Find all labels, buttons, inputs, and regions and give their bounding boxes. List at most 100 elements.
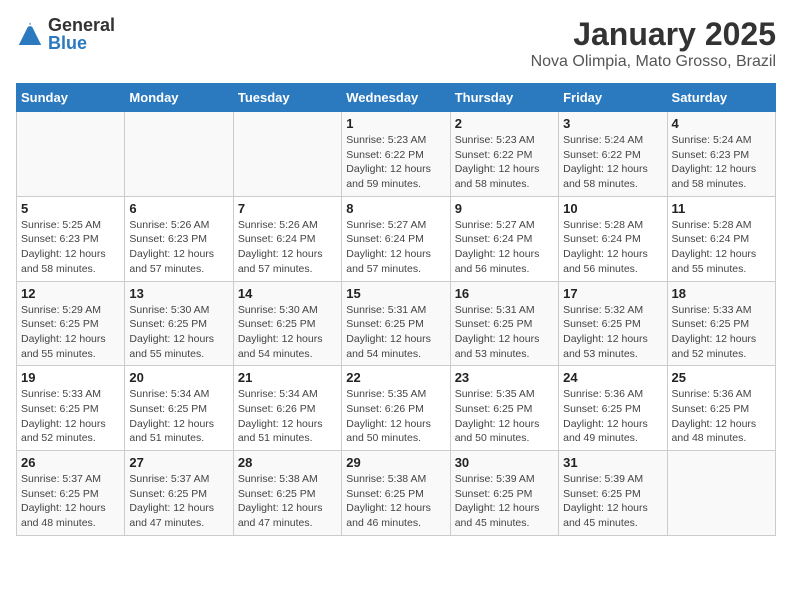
day-cell-24: 24 Sunrise: 5:36 AMSunset: 6:25 PMDayligh… <box>559 366 667 451</box>
weekday-saturday: Saturday <box>667 84 775 112</box>
day-cell-31: 31 Sunrise: 5:39 AMSunset: 6:25 PMDayligh… <box>559 451 667 536</box>
logo-general: General <box>48 16 115 34</box>
day-info: Sunrise: 5:39 AMSunset: 6:25 PMDaylight:… <box>455 472 554 531</box>
day-cell-2: 2 Sunrise: 5:23 AMSunset: 6:22 PMDaylight… <box>450 112 558 197</box>
day-cell-12: 12Sunrise: 5:29 AMSunset: 6:25 PMDayligh… <box>17 281 125 366</box>
week-row-5: 26 Sunrise: 5:37 AMSunset: 6:25 PMDayligh… <box>17 451 776 536</box>
day-number: 27 <box>129 455 228 470</box>
weekday-wednesday: Wednesday <box>342 84 450 112</box>
day-number: 20 <box>129 370 228 385</box>
logo-icon <box>16 20 44 48</box>
day-number: 6 <box>129 201 228 216</box>
day-cell-4: 4Sunrise: 5:24 AMSunset: 6:23 PMDaylight… <box>667 112 775 197</box>
day-number: 5 <box>21 201 120 216</box>
day-number: 17 <box>563 286 662 301</box>
day-cell-21: 21 Sunrise: 5:34 AMSunset: 6:26 PMDayligh… <box>233 366 341 451</box>
weekday-thursday: Thursday <box>450 84 558 112</box>
day-number: 24 <box>563 370 662 385</box>
day-number: 16 <box>455 286 554 301</box>
day-number: 9 <box>455 201 554 216</box>
day-cell-15: 15Sunrise: 5:31 AMSunset: 6:25 PMDayligh… <box>342 281 450 366</box>
day-info: Sunrise: 5:27 AMSunset: 6:24 PMDaylight:… <box>346 218 445 277</box>
empty-cell <box>17 112 125 197</box>
day-number: 13 <box>129 286 228 301</box>
empty-cell <box>233 112 341 197</box>
day-cell-29: 29 Sunrise: 5:38 AMSunset: 6:25 PMDayligh… <box>342 451 450 536</box>
day-number: 30 <box>455 455 554 470</box>
day-info: Sunrise: 5:28 AMSunset: 6:24 PMDaylight:… <box>672 218 771 277</box>
week-row-3: 12Sunrise: 5:29 AMSunset: 6:25 PMDayligh… <box>17 281 776 366</box>
logo: General Blue <box>16 16 115 52</box>
day-info: Sunrise: 5:36 AMSunset: 6:25 PMDaylight:… <box>563 387 662 446</box>
day-number: 29 <box>346 455 445 470</box>
day-cell-19: 19 Sunrise: 5:33 AMSunset: 6:25 PMDayligh… <box>17 366 125 451</box>
day-info: Sunrise: 5:31 AMSunset: 6:25 PMDaylight:… <box>455 303 554 362</box>
day-info: Sunrise: 5:27 AMSunset: 6:24 PMDaylight:… <box>455 218 554 277</box>
day-number: 2 <box>455 116 554 131</box>
day-info: Sunrise: 5:23 AMSunset: 6:22 PMDaylight:… <box>455 133 554 192</box>
day-info: Sunrise: 5:34 AMSunset: 6:26 PMDaylight:… <box>238 387 337 446</box>
day-info: Sunrise: 5:35 AMSunset: 6:26 PMDaylight:… <box>346 387 445 446</box>
day-cell-9: 9 Sunrise: 5:27 AMSunset: 6:24 PMDaylight… <box>450 196 558 281</box>
day-info: Sunrise: 5:30 AMSunset: 6:25 PMDaylight:… <box>129 303 228 362</box>
day-number: 18 <box>672 286 771 301</box>
day-info: Sunrise: 5:29 AMSunset: 6:25 PMDaylight:… <box>21 303 120 362</box>
day-info: Sunrise: 5:37 AMSunset: 6:25 PMDaylight:… <box>129 472 228 531</box>
calendar-title: January 2025 <box>531 16 776 53</box>
day-info: Sunrise: 5:38 AMSunset: 6:25 PMDaylight:… <box>346 472 445 531</box>
day-cell-30: 30 Sunrise: 5:39 AMSunset: 6:25 PMDayligh… <box>450 451 558 536</box>
day-info: Sunrise: 5:25 AMSunset: 6:23 PMDaylight:… <box>21 218 120 277</box>
day-info: Sunrise: 5:34 AMSunset: 6:25 PMDaylight:… <box>129 387 228 446</box>
day-number: 28 <box>238 455 337 470</box>
day-number: 8 <box>346 201 445 216</box>
day-number: 31 <box>563 455 662 470</box>
day-cell-3: 3Sunrise: 5:24 AMSunset: 6:22 PMDaylight… <box>559 112 667 197</box>
day-info: Sunrise: 5:32 AMSunset: 6:25 PMDaylight:… <box>563 303 662 362</box>
day-number: 21 <box>238 370 337 385</box>
day-cell-18: 18Sunrise: 5:33 AMSunset: 6:25 PMDayligh… <box>667 281 775 366</box>
day-number: 26 <box>21 455 120 470</box>
week-row-2: 5 Sunrise: 5:25 AMSunset: 6:23 PMDaylight… <box>17 196 776 281</box>
day-number: 10 <box>563 201 662 216</box>
weekday-monday: Monday <box>125 84 233 112</box>
day-number: 19 <box>21 370 120 385</box>
day-info: Sunrise: 5:24 AMSunset: 6:23 PMDaylight:… <box>672 133 771 192</box>
calendar-header: SundayMondayTuesdayWednesdayThursdayFrid… <box>17 84 776 112</box>
day-number: 1 <box>346 116 445 131</box>
day-cell-20: 20 Sunrise: 5:34 AMSunset: 6:25 PMDayligh… <box>125 366 233 451</box>
day-cell-7: 7 Sunrise: 5:26 AMSunset: 6:24 PMDaylight… <box>233 196 341 281</box>
title-block: January 2025 Nova Olimpia, Mato Grosso, … <box>531 16 776 71</box>
logo-blue: Blue <box>48 34 115 52</box>
day-info: Sunrise: 5:39 AMSunset: 6:25 PMDaylight:… <box>563 472 662 531</box>
week-row-1: 1 Sunrise: 5:23 AMSunset: 6:22 PMDaylight… <box>17 112 776 197</box>
day-number: 11 <box>672 201 771 216</box>
day-cell-28: 28Sunrise: 5:38 AMSunset: 6:25 PMDayligh… <box>233 451 341 536</box>
day-cell-16: 16 Sunrise: 5:31 AMSunset: 6:25 PMDayligh… <box>450 281 558 366</box>
day-cell-26: 26 Sunrise: 5:37 AMSunset: 6:25 PMDayligh… <box>17 451 125 536</box>
day-cell-6: 6 Sunrise: 5:26 AMSunset: 6:23 PMDaylight… <box>125 196 233 281</box>
day-info: Sunrise: 5:24 AMSunset: 6:22 PMDaylight:… <box>563 133 662 192</box>
day-number: 14 <box>238 286 337 301</box>
empty-cell <box>125 112 233 197</box>
day-info: Sunrise: 5:31 AMSunset: 6:25 PMDaylight:… <box>346 303 445 362</box>
day-number: 7 <box>238 201 337 216</box>
weekday-header-row: SundayMondayTuesdayWednesdayThursdayFrid… <box>17 84 776 112</box>
calendar-subtitle: Nova Olimpia, Mato Grosso, Brazil <box>531 53 776 71</box>
day-cell-5: 5 Sunrise: 5:25 AMSunset: 6:23 PMDaylight… <box>17 196 125 281</box>
day-info: Sunrise: 5:26 AMSunset: 6:24 PMDaylight:… <box>238 218 337 277</box>
weekday-friday: Friday <box>559 84 667 112</box>
day-info: Sunrise: 5:36 AMSunset: 6:25 PMDaylight:… <box>672 387 771 446</box>
day-number: 23 <box>455 370 554 385</box>
day-cell-11: 11 Sunrise: 5:28 AMSunset: 6:24 PMDayligh… <box>667 196 775 281</box>
day-cell-13: 13 Sunrise: 5:30 AMSunset: 6:25 PMDayligh… <box>125 281 233 366</box>
weekday-sunday: Sunday <box>17 84 125 112</box>
day-cell-8: 8 Sunrise: 5:27 AMSunset: 6:24 PMDaylight… <box>342 196 450 281</box>
day-info: Sunrise: 5:26 AMSunset: 6:23 PMDaylight:… <box>129 218 228 277</box>
day-cell-17: 17 Sunrise: 5:32 AMSunset: 6:25 PMDayligh… <box>559 281 667 366</box>
day-cell-27: 27 Sunrise: 5:37 AMSunset: 6:25 PMDayligh… <box>125 451 233 536</box>
day-info: Sunrise: 5:33 AMSunset: 6:25 PMDaylight:… <box>21 387 120 446</box>
day-cell-10: 10Sunrise: 5:28 AMSunset: 6:24 PMDayligh… <box>559 196 667 281</box>
calendar-body: 1 Sunrise: 5:23 AMSunset: 6:22 PMDaylight… <box>17 112 776 536</box>
empty-cell <box>667 451 775 536</box>
day-info: Sunrise: 5:37 AMSunset: 6:25 PMDaylight:… <box>21 472 120 531</box>
